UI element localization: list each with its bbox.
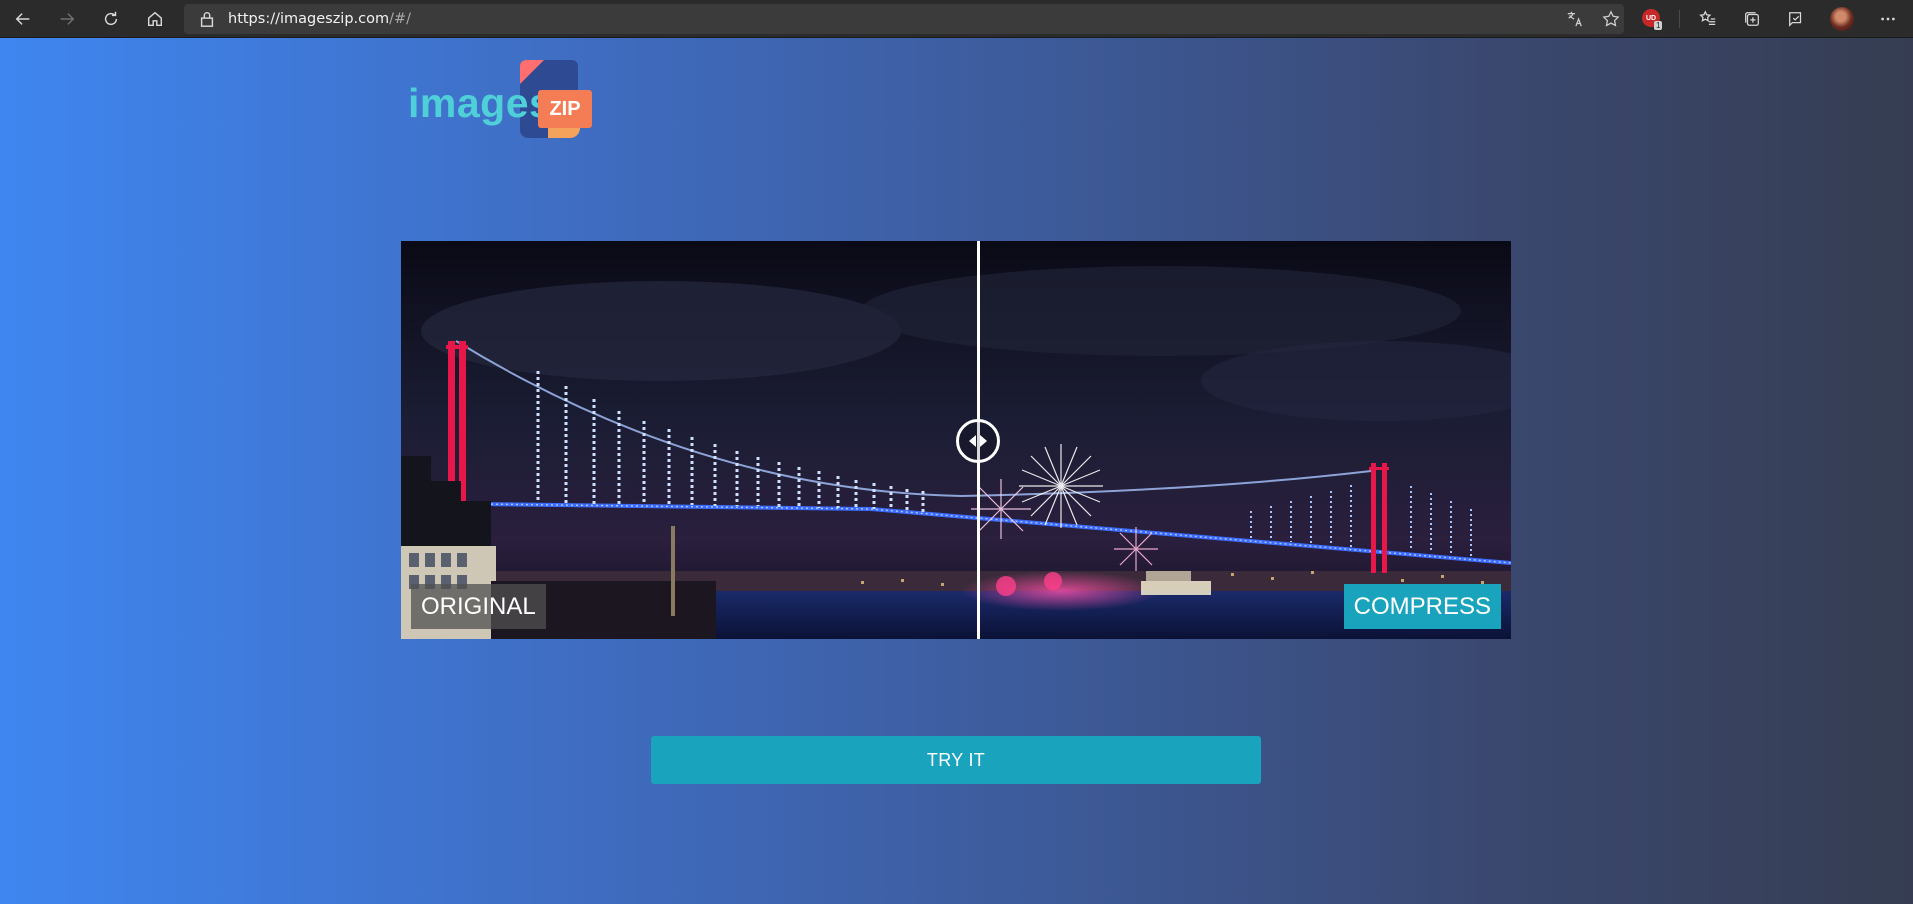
url-text[interactable]: https://imageszip.com/#/ [228,11,411,27]
page-body: images ZIP ORIGINAL COMPRESS TRY IT [0,38,1913,904]
refresh-icon[interactable] [99,7,123,31]
url-path: /#/ [389,11,412,27]
browser-toolbar: https://imageszip.com/#/ UD 1 [0,0,1913,38]
collections-icon[interactable] [1740,7,1764,31]
slider-handle[interactable] [956,419,1000,463]
image-comparison-slider[interactable]: ORIGINAL COMPRESS [401,241,1511,639]
address-bar[interactable]: https://imageszip.com/#/ [184,4,1624,34]
arrow-right-icon [980,435,987,447]
back-icon[interactable] [11,7,35,31]
logo-text: images [408,80,553,126]
try-it-button[interactable]: TRY IT [651,736,1261,784]
imageszip-logo[interactable]: images ZIP [408,60,598,140]
compress-label: COMPRESS [1343,584,1501,629]
lock-icon[interactable] [198,10,216,28]
home-icon[interactable] [143,7,167,31]
more-icon[interactable] [1876,7,1900,31]
toolbar-separator [1679,10,1680,28]
favorite-star-icon[interactable] [1602,10,1620,28]
logo-zip-badge: ZIP [538,90,592,128]
original-label: ORIGINAL [411,584,546,629]
translate-icon[interactable] [1566,10,1584,28]
feedback-icon[interactable] [1784,7,1808,31]
forward-icon[interactable] [55,7,79,31]
arrow-left-icon [969,435,976,447]
extension-count-badge: 1 [1654,21,1663,30]
favorites-list-icon[interactable] [1696,7,1720,31]
profile-avatar[interactable] [1830,7,1854,31]
url-host: https://imageszip.com [228,11,390,27]
